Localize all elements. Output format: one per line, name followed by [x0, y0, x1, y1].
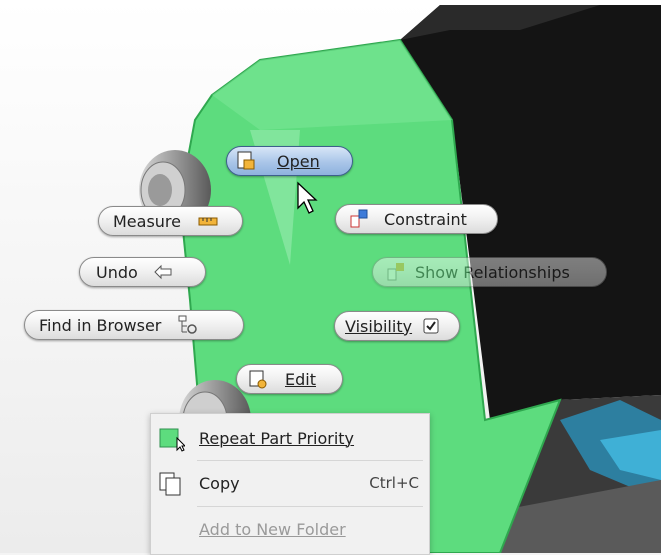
- constraint-label: Constraint: [384, 209, 467, 229]
- open-label: Open: [277, 151, 320, 171]
- constraint-icon: [350, 209, 368, 228]
- add-to-new-folder-label: Add to New Folder: [199, 519, 346, 539]
- constraint-button[interactable]: Constraint: [335, 204, 498, 234]
- undo-button[interactable]: Undo: [79, 257, 206, 287]
- ruler-icon: [198, 217, 218, 226]
- show-relationships-button[interactable]: Show Relationships: [372, 257, 607, 287]
- menu-icon-placeholder: [157, 515, 185, 543]
- menu-item-copy[interactable]: Copy Ctrl+C: [151, 464, 429, 502]
- browser-tree-icon: [178, 315, 198, 334]
- context-menu: Repeat Part Priority Copy Ctrl+C Add to …: [150, 413, 430, 555]
- menu-separator: [197, 506, 423, 507]
- visibility-label: Visibility: [345, 316, 413, 336]
- part-priority-icon: [159, 428, 185, 452]
- open-document-icon: [237, 151, 255, 170]
- edit-button[interactable]: Edit: [236, 364, 343, 394]
- undo-arrow-icon: [154, 264, 172, 280]
- edit-label: Edit: [285, 369, 316, 389]
- measure-button[interactable]: Measure: [98, 206, 243, 236]
- copy-icon: [159, 472, 181, 496]
- copy-shortcut: Ctrl+C: [369, 474, 419, 492]
- find-in-browser-label: Find in Browser: [39, 315, 162, 335]
- undo-label: Undo: [96, 262, 138, 282]
- measure-label: Measure: [113, 211, 181, 231]
- menu-item-repeat-part-priority[interactable]: Repeat Part Priority: [151, 419, 429, 457]
- copy-label: Copy: [199, 473, 240, 493]
- repeat-part-priority-label: Repeat Part Priority: [199, 428, 355, 448]
- show-relationships-label: Show Relationships: [415, 262, 570, 282]
- menu-separator: [197, 460, 423, 461]
- checkbox-checked-icon: [423, 318, 439, 334]
- find-in-browser-button[interactable]: Find in Browser: [24, 310, 244, 340]
- menu-item-add-to-new-folder[interactable]: Add to New Folder: [151, 510, 429, 548]
- relationships-icon: [387, 263, 404, 281]
- open-button[interactable]: Open: [226, 146, 353, 176]
- visibility-button[interactable]: Visibility: [334, 311, 460, 341]
- edit-icon: [249, 370, 267, 389]
